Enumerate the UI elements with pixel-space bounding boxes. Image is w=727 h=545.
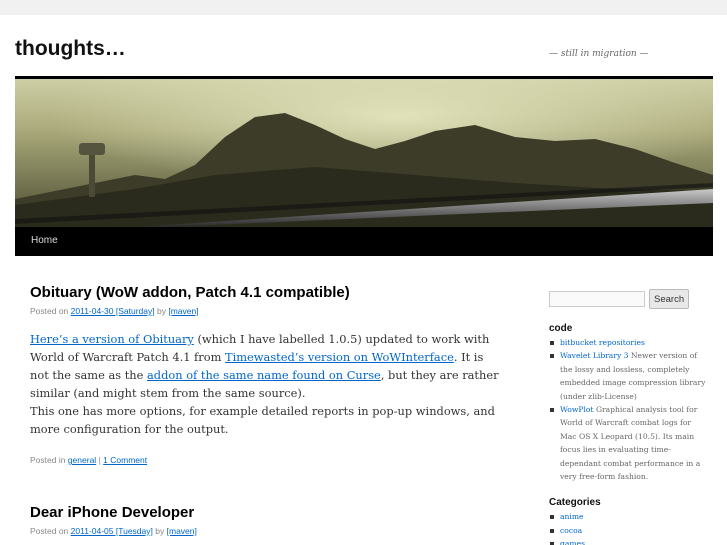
paragraph: This one has more options, for example d… — [30, 404, 495, 436]
category-link[interactable]: general — [68, 455, 96, 465]
post-title[interactable]: Dear iPhone Developer — [30, 503, 500, 523]
search-button[interactable]: Search — [649, 289, 690, 309]
widget-title-categories: Categories — [549, 497, 601, 509]
wowinterface-link[interactable]: Timewasted’s version on WoWInterface — [225, 350, 454, 364]
curse-link[interactable]: addon of the same name found on Curse — [147, 368, 381, 382]
category-cocoa-link[interactable]: cocoa — [560, 526, 582, 535]
author-link[interactable]: [maven] — [167, 526, 197, 536]
search-form: Search — [549, 289, 709, 309]
post-date-link[interactable]: 2011-04-30 [Saturday] — [71, 306, 155, 316]
list-item: anime — [549, 510, 709, 523]
meta-label: Posted on — [30, 306, 69, 316]
content-area: Obituary (WoW addon, Patch 4.1 compatibl… — [30, 283, 500, 537]
post-meta: Posted on 2011-04-30 [Saturday] by [mave… — [30, 305, 500, 317]
meta-by: by — [155, 526, 165, 536]
list-item: bitbucket repositories — [549, 336, 709, 349]
category-anime-link[interactable]: anime — [560, 512, 584, 521]
list-item: games — [549, 537, 709, 545]
wowplot-link[interactable]: WowPlot — [560, 405, 594, 414]
code-list: bitbucket repositories Wavelet Library 3… — [549, 336, 709, 483]
sidebar: Search code bitbucket repositories Wavel… — [549, 289, 709, 545]
meta-label: Posted on — [30, 526, 69, 536]
author-link[interactable]: [maven] — [168, 306, 198, 316]
main-navigation: Home — [15, 227, 713, 256]
separator: | — [98, 455, 101, 465]
post-meta: Posted on 2011-04-05 [Tuesday] by [maven… — [30, 525, 500, 537]
post-title[interactable]: Obituary (WoW addon, Patch 4.1 compatibl… — [30, 283, 500, 303]
widget-title-code: code — [549, 323, 573, 334]
post: Dear iPhone Developer Posted on 2011-04-… — [30, 503, 500, 537]
categories-list: anime cocoa games — [549, 510, 709, 545]
post-date-link[interactable]: 2011-04-05 [Tuesday] — [71, 526, 153, 536]
page-wrapper: thoughts… — still in migration — Home Ob… — [0, 15, 727, 545]
site-title[interactable]: thoughts… — [15, 37, 126, 61]
post-utility: Posted in general | 1 Comment — [30, 455, 500, 465]
site-description: — still in migration — — [549, 49, 649, 59]
nav-item-home[interactable]: Home — [31, 235, 58, 246]
wavelet-library-link[interactable]: Wavelet Library 3 — [560, 351, 629, 360]
header-image — [15, 79, 713, 227]
paragraph: Here’s a version of Obituary (which I ha… — [30, 330, 500, 402]
obituary-link[interactable]: Here’s a version of Obituary — [30, 332, 194, 346]
search-input[interactable] — [549, 291, 645, 307]
posted-in-label: Posted in — [30, 455, 66, 465]
list-item: Wavelet Library 3 Newer version of the l… — [549, 349, 709, 403]
item-description: Graphical analysis tool for World of War… — [560, 405, 701, 482]
comments-link[interactable]: 1 Comment — [103, 455, 147, 465]
list-item: cocoa — [549, 524, 709, 537]
bitbucket-link[interactable]: bitbucket repositories — [560, 338, 645, 347]
category-games-link[interactable]: games — [560, 539, 585, 545]
list-item: WowPlot Graphical analysis tool for Worl… — [549, 403, 709, 483]
meta-by: by — [157, 306, 166, 316]
post: Obituary (WoW addon, Patch 4.1 compatibl… — [30, 283, 500, 465]
post-content: Here’s a version of Obituary (which I ha… — [30, 330, 500, 438]
